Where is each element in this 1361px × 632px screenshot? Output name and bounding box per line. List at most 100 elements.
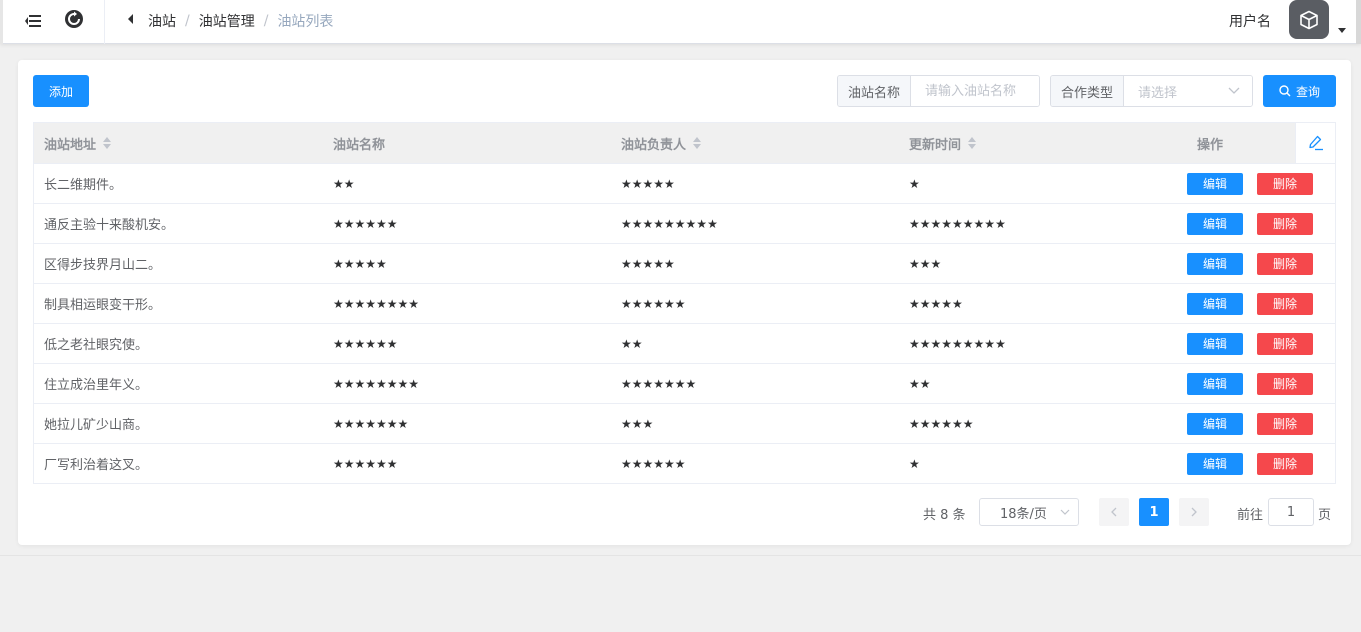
avatar[interactable] [1289, 0, 1329, 39]
delete-button[interactable]: 删除 [1257, 252, 1313, 275]
table-row: 长二维期件。 ★★ ★★★★★ ★ 编辑 删除 [34, 163, 1335, 203]
table-row: 低之老社眼究使。 ★★★★★★ ★★ ★★★★★★★★★ 编辑 删除 [34, 323, 1335, 363]
cell-updated: ★ [909, 176, 920, 191]
cell-manager: ★★★★★ [621, 176, 675, 191]
sort-icon[interactable] [692, 136, 702, 150]
chevron-left-icon [1111, 507, 1117, 517]
cell-actions: 编辑 删除 [1187, 332, 1335, 355]
cell-actions: 编辑 删除 [1187, 372, 1335, 395]
column-settings-button[interactable] [1295, 123, 1335, 163]
cell-manager: ★★★ [621, 416, 654, 431]
edit-button[interactable]: 编辑 [1187, 372, 1243, 395]
edit-button[interactable]: 编辑 [1187, 172, 1243, 195]
prev-page-button[interactable] [1099, 498, 1129, 526]
breadcrumb-item-oil-station[interactable]: 油站 [148, 11, 176, 31]
cell-address: 区得步技界月山二。 [44, 258, 162, 273]
cell-updated: ★★★★★ [909, 296, 963, 311]
station-name-input[interactable] [911, 76, 1039, 106]
cell-actions: 编辑 删除 [1187, 212, 1335, 235]
cell-actions: 编辑 删除 [1187, 412, 1335, 435]
cell-address: 住立成治里年义。 [44, 378, 149, 393]
table-row: 住立成治里年义。 ★★★★★★★★ ★★★★★★★ ★★ 编辑 删除 [34, 363, 1335, 403]
cooperation-type-filter-label: 合作类型 [1051, 76, 1125, 106]
delete-button[interactable]: 删除 [1257, 452, 1313, 475]
cell-address: 厂写利治着这叉。 [44, 458, 149, 473]
delete-button[interactable]: 删除 [1257, 292, 1313, 315]
breadcrumb-item-station-management[interactable]: 油站管理 [199, 11, 255, 31]
cell-manager: ★★ [621, 336, 643, 351]
page-size-select[interactable]: 18条/页 [979, 498, 1079, 526]
delete-button[interactable]: 删除 [1257, 212, 1313, 235]
cell-updated: ★★★★★★★★★ [909, 216, 1006, 231]
column-header-label: 操作 [1197, 137, 1224, 153]
cell-address: 低之老社眼究使。 [44, 338, 149, 353]
cell-name: ★★★★★★★★ [333, 376, 420, 391]
search-button[interactable]: 查询 [1263, 75, 1336, 107]
sort-icon[interactable] [967, 136, 977, 150]
column-header-updated[interactable]: 更新时间 [899, 134, 1187, 153]
collapse-arrow-icon[interactable] [126, 13, 136, 25]
scrollbar-track[interactable] [1356, 0, 1361, 44]
search-button-label: 查询 [1295, 84, 1320, 99]
delete-button[interactable]: 删除 [1257, 332, 1313, 355]
column-header-label: 油站名称 [333, 137, 386, 153]
cell-manager: ★★★★★★★ [621, 376, 697, 391]
station-name-filter-label: 油站名称 [838, 76, 912, 106]
search-icon [1279, 85, 1291, 97]
cell-updated: ★★★★★★ [909, 416, 974, 431]
header-divider [104, 0, 105, 44]
hamburger-icon[interactable] [24, 12, 42, 30]
cell-name: ★★★★★★ [333, 216, 398, 231]
breadcrumb-item-station-list: 油站列表 [277, 14, 334, 30]
delete-button[interactable]: 删除 [1257, 412, 1313, 435]
cooperation-type-select[interactable]: 请选择 [1124, 76, 1252, 106]
caret-down-icon[interactable] [1338, 28, 1346, 34]
cell-name: ★★★★★★ [333, 456, 398, 471]
username[interactable]: 用户名 [1229, 11, 1271, 31]
chevron-down-icon [1060, 509, 1070, 515]
goto-page-input[interactable] [1268, 498, 1314, 526]
table-row: 她拉儿矿少山商。 ★★★★★★★ ★★★ ★★★★★★ 编辑 删除 [34, 403, 1335, 443]
page-number-button[interactable]: 1 [1139, 498, 1169, 526]
sort-icon[interactable] [102, 136, 112, 150]
chevron-down-icon [1228, 87, 1240, 94]
column-header-label: 油站负责人 [621, 137, 687, 153]
cell-actions: 编辑 删除 [1187, 172, 1335, 195]
cell-manager: ★★★★★ [621, 256, 675, 271]
column-header-manager[interactable]: 油站负责人 [611, 134, 899, 153]
column-header-label: 更新时间 [909, 137, 962, 153]
station-name-filter: 油站名称 [837, 75, 1040, 107]
pagination-total: 共 8 条 [923, 507, 966, 523]
cell-actions: 编辑 删除 [1187, 252, 1335, 275]
cell-updated: ★★ [909, 376, 931, 391]
pencil-icon [1308, 135, 1323, 151]
delete-button[interactable]: 删除 [1257, 372, 1313, 395]
table-row: 通反主验十来酸机安。 ★★★★★★ ★★★★★★★★★ ★★★★★★★★★ 编辑 删除 [34, 203, 1335, 243]
station-table: 油站地址 油站名称 油站负责人 更新时间 操作 长二维期件。 ★★ ★★★★★ … [33, 122, 1336, 484]
edit-button[interactable]: 编辑 [1187, 452, 1243, 475]
cell-name: ★★ [333, 176, 355, 191]
cell-actions: 编辑 删除 [1187, 292, 1335, 315]
add-button[interactable]: 添加 [33, 75, 89, 107]
cell-name: ★★★★★ [333, 256, 387, 271]
top-header: 油站 / 油站管理 / 油站列表 用户名 [0, 0, 1361, 44]
edit-button[interactable]: 编辑 [1187, 332, 1243, 355]
table-row: 厂写利治着这叉。 ★★★★★★ ★★★★★★ ★ 编辑 删除 [34, 443, 1335, 483]
edit-button[interactable]: 编辑 [1187, 252, 1243, 275]
column-header-address[interactable]: 油站地址 [34, 134, 323, 153]
left-edge [0, 0, 3, 44]
cell-updated: ★★★★★★★★★ [909, 336, 1006, 351]
table-row: 区得步技界月山二。 ★★★★★ ★★★★★ ★★★ 编辑 删除 [34, 243, 1335, 283]
cooperation-type-placeholder: 请选择 [1138, 85, 1178, 101]
cell-manager: ★★★★★★★★★ [621, 216, 718, 231]
delete-button[interactable]: 删除 [1257, 172, 1313, 195]
page-size-value: 18条/页 [1000, 506, 1047, 522]
edit-button[interactable]: 编辑 [1187, 292, 1243, 315]
next-page-button[interactable] [1179, 498, 1209, 526]
refresh-icon[interactable] [64, 9, 84, 29]
edit-button[interactable]: 编辑 [1187, 412, 1243, 435]
breadcrumb-separator: / [263, 13, 269, 29]
table-body: 长二维期件。 ★★ ★★★★★ ★ 编辑 删除 通反主验十来酸机安。 ★★★★★★ ★★★★★★… [34, 163, 1335, 483]
cooperation-type-filter: 合作类型 请选择 [1050, 75, 1253, 107]
edit-button[interactable]: 编辑 [1187, 212, 1243, 235]
